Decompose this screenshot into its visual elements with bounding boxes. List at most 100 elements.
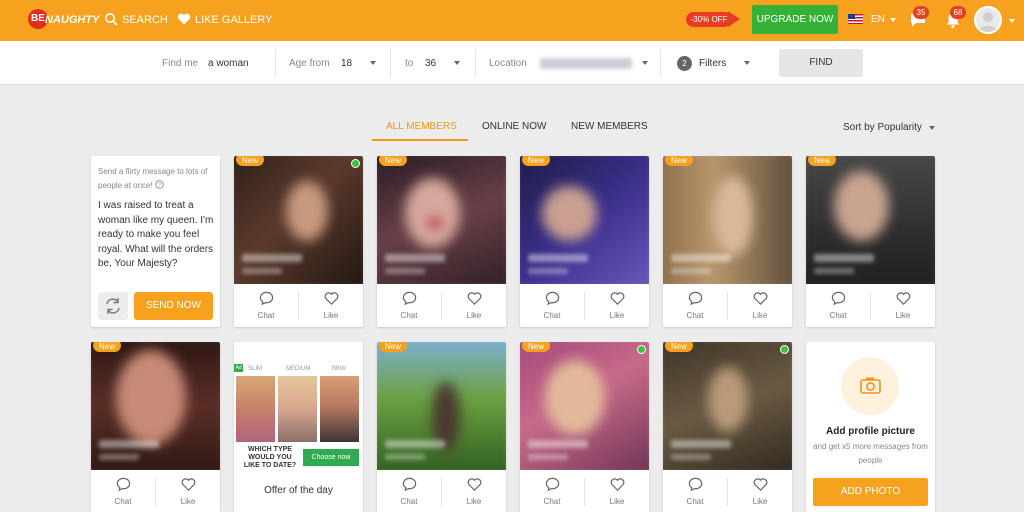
like-button[interactable]: Like [442, 470, 506, 512]
nav-like-gallery[interactable]: LIKE GALLERY [177, 13, 272, 27]
new-badge: New [379, 342, 408, 352]
notifications-count-badge: 68 [950, 6, 966, 19]
member-card[interactable]: New Chat Like [377, 342, 506, 512]
chat-button[interactable]: Chat [520, 284, 584, 327]
ad-option-medium: MEDIUM [286, 366, 311, 372]
ad-banner[interactable]: Ad SLIM MEDIUM BBW WHICH TYPE WOULD YOU … [234, 342, 363, 470]
divider [275, 49, 276, 77]
heart-outline-icon [753, 478, 768, 491]
like-label: Like [323, 311, 339, 320]
flirty-message-card: Send a flirty message to lots of people … [91, 156, 220, 327]
new-badge: New [522, 156, 551, 166]
user-silhouette-icon [978, 12, 998, 32]
ad-badge: Ad [234, 364, 243, 372]
sort-dropdown[interactable]: Sort by Popularity [843, 122, 922, 133]
card-actions: Chat Like [520, 284, 649, 327]
like-button[interactable]: Like [156, 470, 220, 512]
find-me-select[interactable]: a woman [208, 58, 249, 69]
chat-button[interactable]: Chat [234, 284, 298, 327]
add-photo-card: Add profile picture and get x5 more mess… [806, 342, 935, 512]
discount-badge: -30% OFF [686, 12, 732, 27]
new-badge: New [236, 156, 265, 166]
like-label: Like [466, 311, 482, 320]
chat-label: Chat [543, 311, 561, 320]
member-card[interactable]: New Chat Like [663, 342, 792, 512]
tab-all-members[interactable]: ALL MEMBERS [386, 121, 457, 132]
like-button[interactable]: Like [728, 470, 792, 512]
upgrade-button[interactable]: UPGRADE NOW [752, 5, 838, 34]
age-from-label: Age from [289, 58, 330, 69]
chat-label: Chat [686, 311, 704, 320]
chat-button[interactable]: Chat [91, 470, 155, 512]
chat-label: Chat [257, 311, 275, 320]
member-photo[interactable] [377, 156, 506, 284]
tab-new-members[interactable]: NEW MEMBERS [571, 121, 648, 132]
card-actions: Chat Like [91, 470, 220, 512]
chat-label: Chat [114, 497, 132, 506]
like-label: Like [609, 497, 625, 506]
member-photo[interactable] [520, 342, 649, 470]
message-text: I was raised to treat a woman like my qu… [98, 200, 214, 269]
send-now-button[interactable]: SEND NOW [134, 292, 213, 320]
member-card[interactable]: New Chat Like [520, 342, 649, 512]
chat-button[interactable]: Chat [806, 284, 870, 327]
refresh-icon [106, 298, 120, 314]
ad-card[interactable]: Ad SLIM MEDIUM BBW WHICH TYPE WOULD YOU … [234, 342, 363, 512]
like-button[interactable]: Like [585, 284, 649, 327]
member-card[interactable]: New Chat Like [91, 342, 220, 512]
age-to-select[interactable]: 36 [425, 58, 436, 69]
divider [390, 49, 391, 77]
card-actions: Chat Like [520, 470, 649, 512]
member-photo[interactable] [663, 342, 792, 470]
chat-button[interactable]: Chat [377, 470, 441, 512]
language-selector[interactable]: EN [871, 14, 885, 25]
member-photo[interactable] [663, 156, 792, 284]
chat-button[interactable]: Chat [520, 470, 584, 512]
member-card[interactable]: New Chat Like [806, 156, 935, 327]
add-photo-title: Add profile picture [826, 426, 915, 437]
new-badge: New [808, 156, 837, 166]
chat-button[interactable]: Chat [663, 284, 727, 327]
filters-dropdown[interactable]: Filters [699, 58, 726, 69]
location-input[interactable] [540, 58, 632, 69]
nav-search[interactable]: SEARCH [104, 13, 168, 27]
add-photo-button[interactable]: ADD PHOTO [813, 478, 928, 506]
chevron-down-icon [744, 61, 750, 65]
like-button[interactable]: Like [442, 284, 506, 327]
location-label: Location [489, 58, 527, 69]
find-button[interactable]: FIND [779, 49, 863, 77]
member-photo[interactable] [377, 342, 506, 470]
tab-online-now[interactable]: ONLINE NOW [482, 121, 546, 132]
offer-of-the-day-label: Offer of the day [264, 485, 333, 496]
us-flag-icon[interactable] [848, 14, 863, 24]
like-button[interactable]: Like [871, 284, 935, 327]
member-photo[interactable] [806, 156, 935, 284]
divider [475, 49, 476, 77]
divider [660, 49, 661, 77]
nav-like-gallery-label: LIKE GALLERY [195, 14, 273, 26]
member-card[interactable]: New Chat Like [663, 156, 792, 327]
like-button[interactable]: Like [299, 284, 363, 327]
member-photo[interactable] [234, 156, 363, 284]
messages-count-badge: 35 [913, 6, 929, 19]
chat-bubble-icon [402, 477, 417, 492]
like-button[interactable]: Like [585, 470, 649, 512]
chevron-down-icon [642, 61, 648, 65]
member-photo[interactable] [520, 156, 649, 284]
choose-now-button[interactable]: Choose now [303, 449, 359, 466]
camera-icon-circle[interactable] [841, 357, 899, 415]
member-card[interactable]: New Chat Like [234, 156, 363, 327]
ad-image [320, 376, 359, 442]
like-button[interactable]: Like [728, 284, 792, 327]
chevron-down-icon [929, 126, 935, 130]
refresh-message-button[interactable] [98, 292, 128, 320]
age-from-select[interactable]: 18 [341, 58, 352, 69]
chat-button[interactable]: Chat [377, 284, 441, 327]
site-logo[interactable]: BE NAUGHTY [28, 9, 99, 31]
member-photo[interactable] [91, 342, 220, 470]
help-circle-icon[interactable]: ? [155, 180, 164, 189]
avatar[interactable] [974, 6, 1002, 34]
member-card[interactable]: New Chat Like [377, 156, 506, 327]
member-card[interactable]: New Chat Like [520, 156, 649, 327]
chat-button[interactable]: Chat [663, 470, 727, 512]
